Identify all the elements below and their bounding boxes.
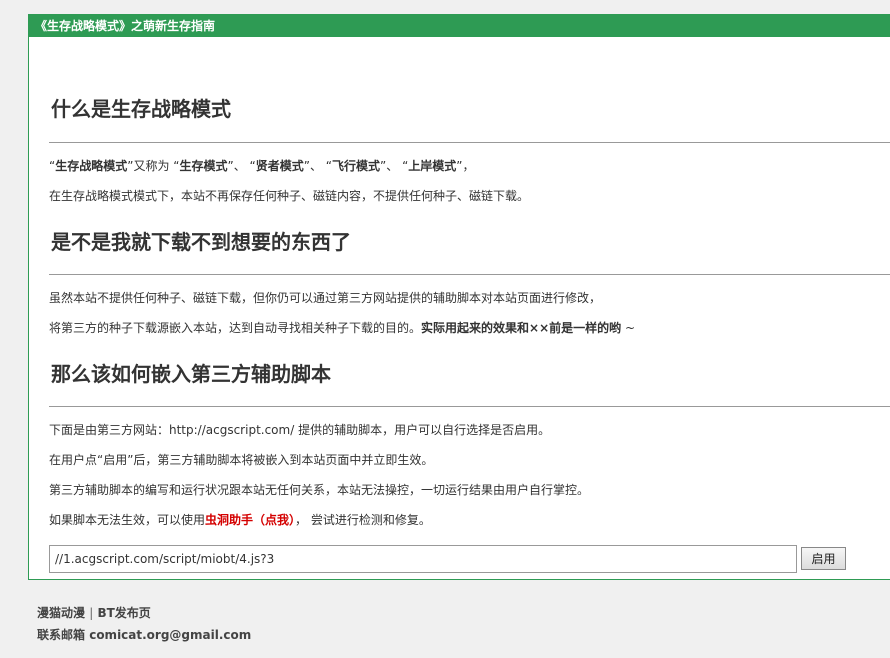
section-2-line-1: 虽然本站不提供任何种子、磁链下载，但你仍可以通过第三方网站提供的辅助脚本对本站页… xyxy=(49,291,602,305)
section-heading-how-to-embed: 那么该如何嵌入第三方辅助脚本 xyxy=(51,362,331,386)
term-sage-mode: 贤者模式 xyxy=(255,159,304,173)
guide-panel: 《生存战略模式》之萌新生存指南 什么是生存战略模式 “生存战略模式”又称为 “生… xyxy=(28,14,890,580)
text-fragment: ”、 “ xyxy=(380,159,409,173)
section-3-line-1: 下面是由第三方网站：http://acgscript.com/ 提供的辅助脚本，… xyxy=(49,423,551,437)
term-survival-mode: 生存模式 xyxy=(179,159,228,173)
email-label: 联系邮箱 xyxy=(37,628,86,642)
text-fragment: ”、 “ xyxy=(227,159,256,173)
section-heading-what-is: 什么是生存战略模式 xyxy=(51,97,231,121)
section-3-line-3: 第三方辅助脚本的编写和运行状况跟本站无任何关系，本站无法操控，一切运行结果由用户… xyxy=(49,483,590,497)
footer-contact-row: 联系邮箱 comicat.org@gmail.com xyxy=(37,624,251,646)
section-1-line-2: 在生存战略模式模式下，本站不再保存任何种子、磁链内容，不提供任何种子、磁链下载。 xyxy=(49,189,530,203)
emphasis-text: 实际用起来的效果和××前是一样的哟 xyxy=(421,321,622,335)
section-divider xyxy=(49,142,890,143)
email-address[interactable]: comicat.org@gmail.com xyxy=(89,628,251,642)
footer: 漫猫动漫 | BT发布页 联系邮箱 comicat.org@gmail.com xyxy=(37,602,251,646)
footer-separator: | xyxy=(89,606,94,620)
section-divider xyxy=(49,406,890,407)
bt-page-link[interactable]: BT发布页 xyxy=(97,606,150,620)
section-divider xyxy=(49,274,890,275)
section-1-line-1: “生存战略模式”又称为 “生存模式”、 “贤者模式”、 “飞行模式”、 “上岸模… xyxy=(49,158,475,174)
term-ashore-mode: 上岸模式 xyxy=(408,159,457,173)
footer-links-row: 漫猫动漫 | BT发布页 xyxy=(37,602,251,624)
panel-title: 《生存战略模式》之萌新生存指南 xyxy=(29,15,890,37)
text-fragment: ”、 “ xyxy=(303,159,333,173)
text-fragment: ， 尝试进行检测和修复。 xyxy=(295,513,431,527)
text-fragment: 将第三方的种子下载源嵌入本站，达到自动寻找相关种子下载的目的。 xyxy=(49,321,422,335)
term-flight-mode: 飞行模式 xyxy=(332,159,381,173)
section-heading-can-i-download: 是不是我就下载不到想要的东西了 xyxy=(51,230,351,254)
text-fragment: ”又称为 “ xyxy=(127,159,180,173)
section-3-line-4: 如果脚本无法生效，可以使用虫洞助手（点我）， 尝试进行检测和修复。 xyxy=(49,512,431,528)
text-fragment: ~ xyxy=(621,321,636,335)
enable-button[interactable]: 启用 xyxy=(801,547,846,570)
term-survival-strategy-mode: 生存战略模式 xyxy=(55,159,128,173)
section-3-line-2: 在用户点“启用”后，第三方辅助脚本将被嵌入到本站页面中并立即生效。 xyxy=(49,453,434,467)
script-url-input[interactable] xyxy=(49,545,797,573)
site-name-link[interactable]: 漫猫动漫 xyxy=(37,606,85,620)
text-fragment: ”， xyxy=(456,159,475,173)
section-2-line-2: 将第三方的种子下载源嵌入本站，达到自动寻找相关种子下载的目的。实际用起来的效果和… xyxy=(49,320,635,336)
wormhole-helper-link[interactable]: 虫洞助手（点我） xyxy=(205,513,295,527)
text-fragment: 如果脚本无法生效，可以使用 xyxy=(49,513,206,527)
